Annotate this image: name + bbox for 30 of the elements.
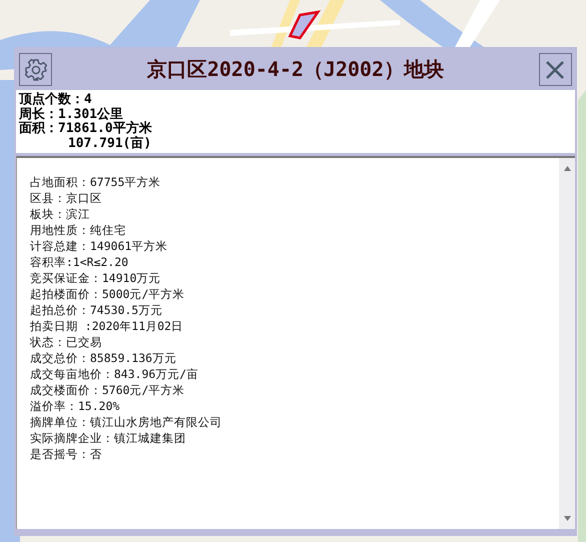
detail-line: 竞买保证金：14910万元 [30,270,162,286]
detail-line: 是否摇号：否 [30,446,103,462]
close-button[interactable] [538,53,572,86]
detail-line: 占地面积：67755平方米 [30,174,162,190]
detail-line: 状态：已交易 [30,334,103,350]
dialog-title: 京口区2020-4-2（J2002）地块 [147,56,444,83]
summary-line: 面积：71861.0平方米 [19,122,153,136]
settings-icon [24,58,48,82]
detail-line: 拍卖日期 :2020年11月02日 [30,318,184,334]
scroll-down-icon[interactable] [564,516,570,521]
detail-line: 起拍总价：74530.5万元 [30,302,164,318]
detail-line: 成交每亩地价：843.96万元/亩 [30,366,200,382]
detail-line: 板块：滨江 [30,206,91,222]
detail-line: 区县：京口区 [30,190,103,206]
close-icon [545,60,566,80]
detail-line: 实际摘牌企业：镇江城建集团 [30,430,187,446]
detail-line: 起拍楼面价：5000元/平方米 [30,286,186,302]
detail-line: 计容总建：149061平方米 [30,238,169,254]
summary-line: 周长：1.301公里 [19,108,124,122]
summary-line: 顶点个数：4 [19,93,93,107]
detail-line: 摘牌单位：镇江山水房地产有限公司 [30,414,223,430]
detail-line: 溢价率：15.20% [30,398,121,414]
detail-line: 容积率:1<R≤2.20 [30,254,130,270]
detail-line: 用地性质：纯住宅 [30,222,127,238]
summary-line: 107.791(亩) [67,136,152,151]
scroll-up-icon[interactable] [564,166,570,171]
scrollbar[interactable] [559,158,575,529]
detail-line: 成交楼面价：5760元/平方米 [30,382,186,398]
settings-button[interactable] [19,53,52,86]
detail-line: 成交总价：85859.136万元 [30,350,178,366]
